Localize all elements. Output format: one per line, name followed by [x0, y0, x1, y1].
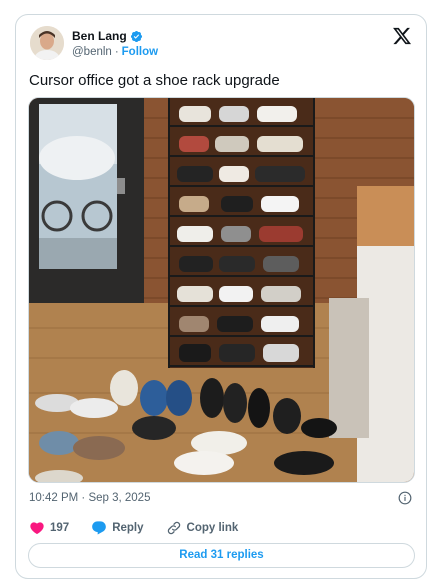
- reply-bubble-icon: [92, 521, 107, 535]
- x-logo-icon[interactable]: [392, 26, 412, 46]
- tweet-embed-card: Ben Lang @benln · Follow Cursor office g…: [15, 14, 427, 579]
- copy-link-button[interactable]: Copy link: [166, 520, 239, 536]
- tweet-text: Cursor office got a shoe rack upgrade: [29, 72, 280, 89]
- author-handle-row: @benln · Follow: [72, 46, 158, 58]
- read-replies-button[interactable]: Read 31 replies: [28, 543, 415, 568]
- verified-badge-icon: [130, 30, 143, 43]
- separator-dot: ·: [114, 46, 119, 58]
- tweet-photo[interactable]: [28, 97, 415, 483]
- like-count: 197: [50, 522, 70, 534]
- author-handle[interactable]: @benln: [72, 46, 112, 58]
- author-name-row[interactable]: Ben Lang: [72, 29, 143, 43]
- tweet-timestamp[interactable]: 10:42 PM · Sep 3, 2025: [29, 492, 150, 504]
- copy-link-label: Copy link: [186, 522, 239, 534]
- avatar[interactable]: [30, 26, 64, 60]
- shoe-rack-photo: [29, 98, 414, 482]
- heart-icon: [30, 522, 44, 535]
- link-icon: [167, 521, 180, 535]
- author-name[interactable]: Ben Lang: [72, 29, 127, 43]
- info-icon[interactable]: [398, 491, 412, 505]
- reply-button[interactable]: Reply: [91, 520, 144, 536]
- follow-button[interactable]: Follow: [122, 46, 158, 58]
- reply-label: Reply: [112, 522, 144, 534]
- like-button[interactable]: 197: [29, 520, 69, 536]
- tweet-actions: 197 Reply Copy link: [29, 520, 260, 536]
